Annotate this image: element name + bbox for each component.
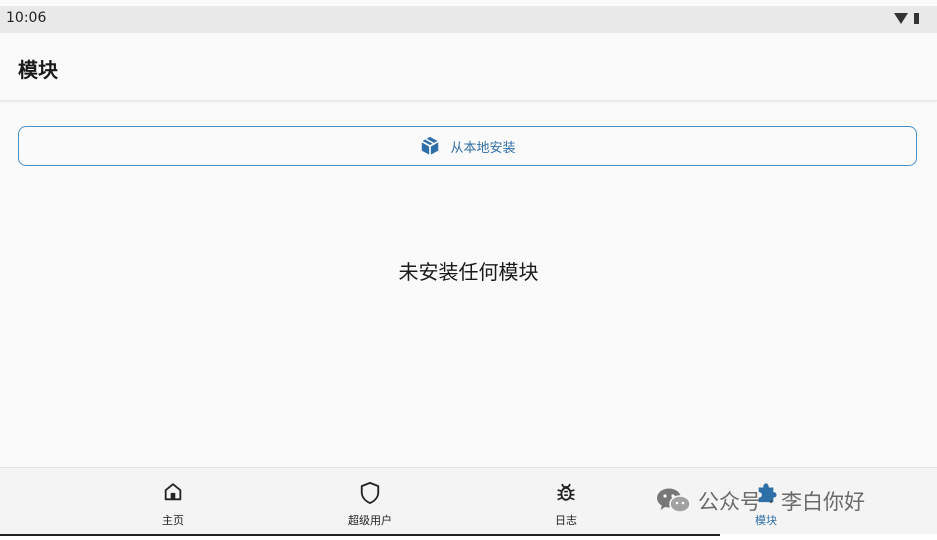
- nav-item-log[interactable]: 日志: [506, 468, 626, 535]
- bottom-edge: [0, 534, 937, 540]
- wifi-icon: [894, 13, 908, 24]
- screen: 10:06 模块 从本地安装 未安装任何模块 主页 超级用户 日志 模块 公众号…: [0, 0, 937, 540]
- app-bar: 模块: [0, 33, 937, 101]
- bottom-navigation: 主页 超级用户 日志 模块: [0, 467, 937, 535]
- bottom-divider: [0, 534, 720, 536]
- nav-item-modules[interactable]: 模块: [706, 468, 826, 535]
- empty-state-message: 未安装任何模块: [398, 260, 539, 284]
- battery-icon: [914, 13, 919, 24]
- page-title: 模块: [18, 58, 58, 82]
- shield-icon: [360, 481, 380, 504]
- nav-item-home[interactable]: 主页: [113, 468, 233, 535]
- status-icons: [894, 13, 919, 24]
- bug-icon: [557, 483, 575, 501]
- install-button-label: 从本地安装: [450, 140, 516, 156]
- home-icon: [164, 483, 182, 501]
- puzzle-icon: [758, 483, 777, 503]
- nav-label-superuser: 超级用户: [348, 514, 392, 527]
- install-from-local-button[interactable]: 从本地安装: [18, 126, 917, 166]
- nav-item-superuser[interactable]: 超级用户: [310, 468, 430, 535]
- nav-label-modules: 模块: [755, 514, 777, 527]
- status-time: 10:06: [6, 10, 47, 26]
- nav-label-home: 主页: [162, 514, 184, 527]
- status-bar: 10:06: [0, 6, 937, 33]
- nav-label-log: 日志: [555, 514, 577, 527]
- package-icon: [421, 136, 440, 156]
